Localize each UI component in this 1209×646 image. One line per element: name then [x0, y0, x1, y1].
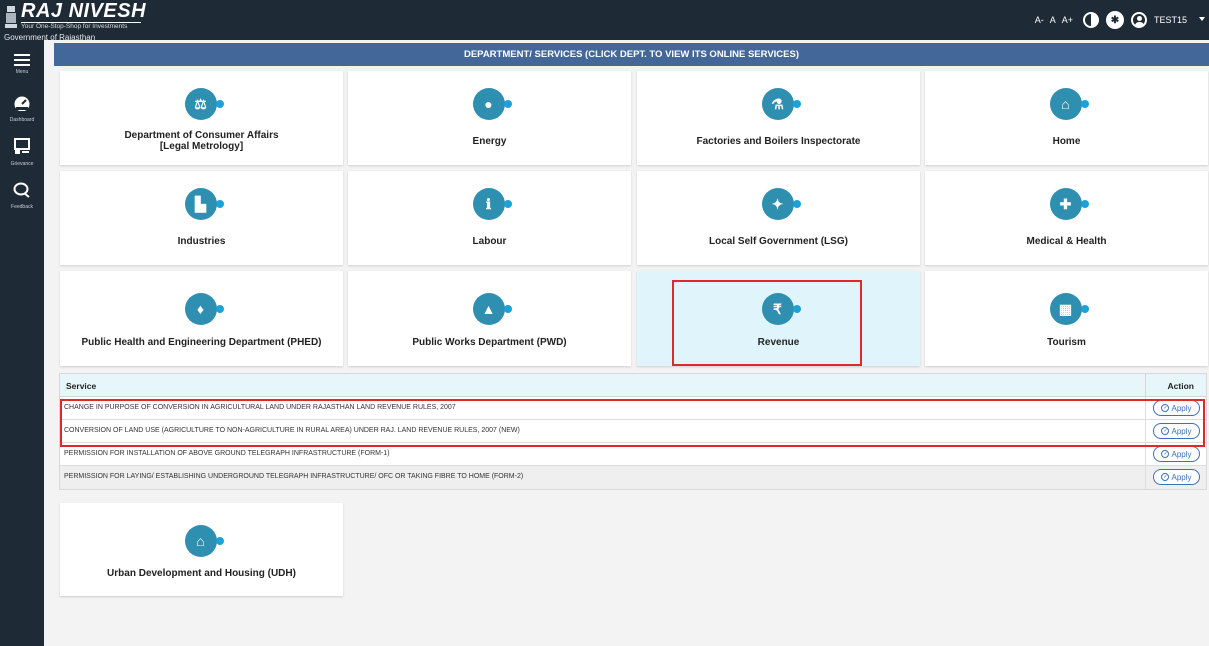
accessibility-icon[interactable]: ✱ [1105, 11, 1124, 29]
column-divider [1145, 397, 1146, 420]
dept-sublabel: [Legal Metrology] [159, 141, 244, 152]
feedback-chat-icon [13, 182, 30, 198]
dept-label: Tourism [1047, 337, 1086, 348]
chevron-down-icon[interactable] [1199, 17, 1205, 21]
column-divider [1145, 466, 1146, 489]
dept-label: Public Works Department (PWD) [412, 337, 567, 348]
left-sidebar: Menu Dashboard Grievance Feedback [0, 40, 44, 646]
apply-label: Apply [1171, 472, 1192, 482]
table-header: Service Action [60, 374, 1206, 397]
dept-card-energy[interactable]: ● Energy [348, 71, 631, 165]
road-icon: ▲ [472, 293, 513, 325]
sidebar-item-menu[interactable]: Menu [0, 54, 44, 75]
dept-card-phed[interactable]: ♦ Public Health and Engineering Departme… [60, 271, 343, 366]
section-title: DEPARTMENT/ SERVICES (CLICK DEPT. TO VIE… [54, 43, 1209, 66]
dept-card-tourism[interactable]: ▦ Tourism [925, 271, 1208, 366]
dept-card-industries[interactable]: ▙ Industries [60, 171, 343, 265]
font-increase-button[interactable]: A+ [1062, 15, 1073, 25]
sidebar-item-label: Dashboard [9, 117, 35, 123]
service-name: CONVERSION OF LAND USE (AGRICULTURE TO N… [64, 427, 520, 434]
sidebar-item-grievance[interactable]: Grievance [0, 137, 44, 167]
home-icon: ⌂ [1049, 88, 1090, 120]
factory-icon: ▙ [184, 188, 225, 220]
app-root: RAJ NIVESH Your One-Stop-Shop for Invest… [0, 0, 1209, 646]
sidebar-item-dashboard[interactable]: Dashboard [0, 95, 44, 123]
brand-title: RAJ NIVESH [21, 0, 147, 22]
worker-icon: ℹ [472, 188, 513, 220]
column-divider [1145, 374, 1146, 397]
scales-icon: ⚖ [184, 88, 225, 120]
dept-card-consumer-affairs[interactable]: ⚖ Department of Consumer Affairs [Legal … [60, 71, 343, 165]
dept-card-factories-boilers[interactable]: ⚗ Factories and Boilers Inspectorate [637, 71, 920, 165]
dept-label: Urban Development and Housing (UDH) [107, 568, 296, 579]
dept-card-home[interactable]: ⌂ Home [925, 71, 1208, 165]
apply-button[interactable]: ✓ Apply [1153, 446, 1200, 462]
brand-tagline: Your One-Stop-Shop for Investments [21, 23, 128, 30]
dept-label: Labour [472, 236, 507, 247]
service-name: PERMISSION FOR INSTALLATION OF ABOVE GRO… [64, 450, 390, 457]
username-label[interactable]: TEST15 [1154, 15, 1187, 25]
main-content: DEPARTMENT/ SERVICES (CLICK DEPT. TO VIE… [54, 40, 1209, 646]
table-row: CHANGE IN PURPOSE OF CONVERSION IN AGRIC… [60, 397, 1206, 420]
service-name: CHANGE IN PURPOSE OF CONVERSION IN AGRIC… [64, 404, 456, 411]
sidebar-item-label: Feedback [11, 204, 33, 210]
dept-label: Medical & Health [1026, 236, 1107, 247]
building-icon: ▦ [1049, 293, 1090, 325]
column-header-service: Service [66, 381, 97, 391]
dept-label: Home [1052, 136, 1081, 147]
font-decrease-button[interactable]: A- [1035, 15, 1044, 25]
sidebar-item-label: Menu [15, 69, 29, 75]
dashboard-gauge-icon [14, 96, 30, 112]
dept-label: Revenue [757, 337, 800, 348]
state-emblem-icon [5, 6, 17, 28]
dept-card-medical-health[interactable]: ✚ Medical & Health [925, 171, 1208, 265]
apply-label: Apply [1171, 449, 1192, 459]
people-icon: ✦ [761, 188, 802, 220]
dept-label: Factories and Boilers Inspectorate [696, 136, 861, 147]
dept-label: Department of Consumer Affairs [124, 130, 279, 141]
column-header-action: Action [1167, 381, 1194, 391]
flask-icon: ⚗ [761, 88, 802, 120]
check-circle-icon: ✓ [1161, 404, 1170, 412]
contrast-icon[interactable] [1082, 12, 1099, 28]
dept-label: Local Self Government (LSG) [709, 236, 848, 247]
bulb-icon: ● [472, 88, 513, 120]
column-divider [1145, 443, 1146, 466]
sidebar-item-feedback[interactable]: Feedback [0, 182, 44, 210]
table-row: PERMISSION FOR LAYING/ ESTABLISHING UNDE… [60, 466, 1206, 489]
apply-button[interactable]: ✓ Apply [1153, 469, 1200, 485]
revenue-services-table: Service Action CHANGE IN PURPOSE OF CONV… [59, 373, 1207, 490]
hamburger-icon [14, 54, 30, 66]
apply-button[interactable]: ✓ Apply [1153, 400, 1200, 416]
rajnivesh-logo[interactable]: RAJ NIVESH Your One-Stop-Shop for Invest… [4, 0, 204, 42]
font-normal-button[interactable]: A [1050, 15, 1056, 25]
check-circle-icon: ✓ [1161, 450, 1170, 458]
user-avatar-icon[interactable] [1130, 12, 1147, 28]
apply-button[interactable]: ✓ Apply [1153, 423, 1200, 439]
dept-card-labour[interactable]: ℹ Labour [348, 171, 631, 265]
dept-label: Energy [472, 136, 507, 147]
service-name: PERMISSION FOR LAYING/ ESTABLISHING UNDE… [64, 473, 524, 480]
dept-card-pwd[interactable]: ▲ Public Works Department (PWD) [348, 271, 631, 366]
dept-label: Public Health and Engineering Department… [81, 337, 322, 348]
dept-label: Industries [177, 236, 226, 247]
home-icon: ⌂ [184, 525, 225, 557]
check-circle-icon: ✓ [1161, 473, 1170, 481]
water-hand-icon: ♦ [184, 293, 225, 325]
apply-label: Apply [1171, 426, 1192, 436]
dept-card-lsg[interactable]: ✦ Local Self Government (LSG) [637, 171, 920, 265]
table-row: PERMISSION FOR INSTALLATION OF ABOVE GRO… [60, 443, 1206, 466]
column-divider [1145, 420, 1146, 443]
dept-card-revenue[interactable]: ₹ Revenue [637, 271, 920, 366]
check-circle-icon: ✓ [1161, 427, 1170, 435]
header-tools: A- A A+ ✱ TEST15 [1035, 0, 1209, 40]
apply-label: Apply [1171, 403, 1192, 413]
rupee-icon: ₹ [761, 293, 802, 325]
table-row: CONVERSION OF LAND USE (AGRICULTURE TO N… [60, 420, 1206, 443]
sidebar-item-label: Grievance [10, 161, 34, 167]
medical-kit-icon: ✚ [1049, 188, 1090, 220]
top-header: RAJ NIVESH Your One-Stop-Shop for Invest… [0, 0, 1209, 42]
dept-card-udh[interactable]: ⌂ Urban Development and Housing (UDH) [60, 503, 343, 596]
grievance-icon [14, 138, 30, 154]
